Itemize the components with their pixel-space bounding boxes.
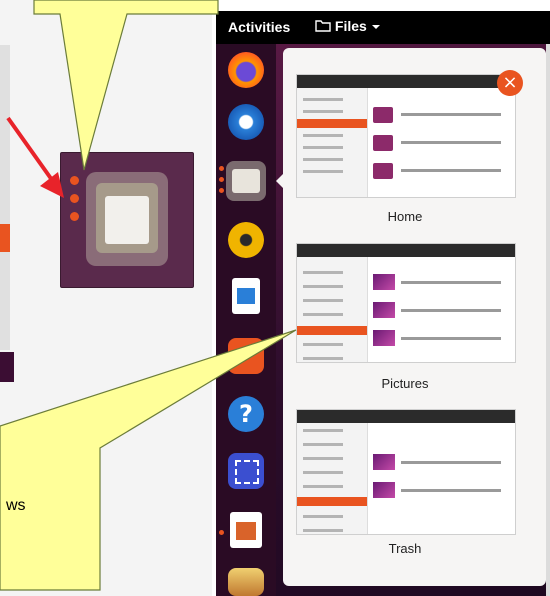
bottom-callout <box>0 329 297 591</box>
callout-text: ws <box>6 497 26 514</box>
top-callout <box>33 0 219 171</box>
callout-layer <box>0 0 297 591</box>
